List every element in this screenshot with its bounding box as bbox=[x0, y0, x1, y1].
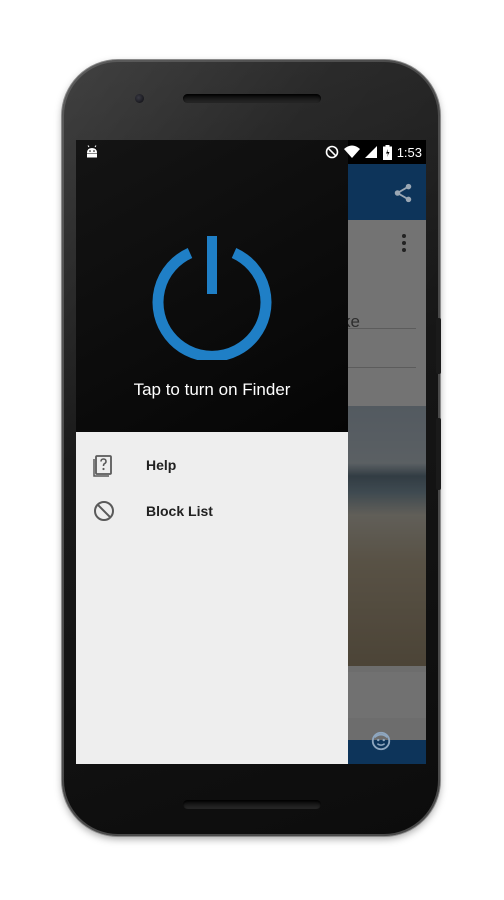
navigation-drawer: Tap to turn on Finder Help Block List bbox=[76, 140, 348, 764]
overflow-menu-icon bbox=[402, 234, 406, 252]
drawer-header: Tap to turn on Finder bbox=[76, 140, 348, 432]
bottom-speaker-grille bbox=[183, 800, 321, 809]
menu-item-help[interactable]: Help bbox=[76, 442, 348, 488]
top-speaker-grille bbox=[183, 94, 321, 103]
do-not-disturb-icon bbox=[325, 145, 338, 159]
status-icons: 1:53 bbox=[325, 140, 422, 164]
face-icon bbox=[371, 731, 391, 751]
block-icon bbox=[94, 501, 114, 521]
menu-item-label: Help bbox=[146, 457, 177, 473]
battery-icon bbox=[382, 144, 392, 160]
help-icon bbox=[93, 455, 112, 477]
menu-item-label: Block List bbox=[146, 503, 213, 519]
device-screen: ke Tap to turn on Finder bbox=[76, 140, 426, 764]
power-icon[interactable] bbox=[150, 236, 274, 360]
front-camera bbox=[135, 94, 144, 103]
android-notification-icon bbox=[87, 145, 97, 158]
wifi-icon bbox=[343, 145, 360, 158]
power-label[interactable]: Tap to turn on Finder bbox=[76, 380, 348, 400]
status-time: 1:53 bbox=[396, 144, 422, 160]
status-bar: 1:53 bbox=[76, 140, 426, 164]
share-icon bbox=[394, 183, 412, 203]
volume-button bbox=[436, 318, 441, 374]
drawer-menu: Help Block List bbox=[76, 442, 348, 534]
menu-item-block-list[interactable]: Block List bbox=[76, 488, 348, 534]
power-side-button bbox=[436, 418, 441, 490]
signal-icon bbox=[364, 146, 377, 158]
